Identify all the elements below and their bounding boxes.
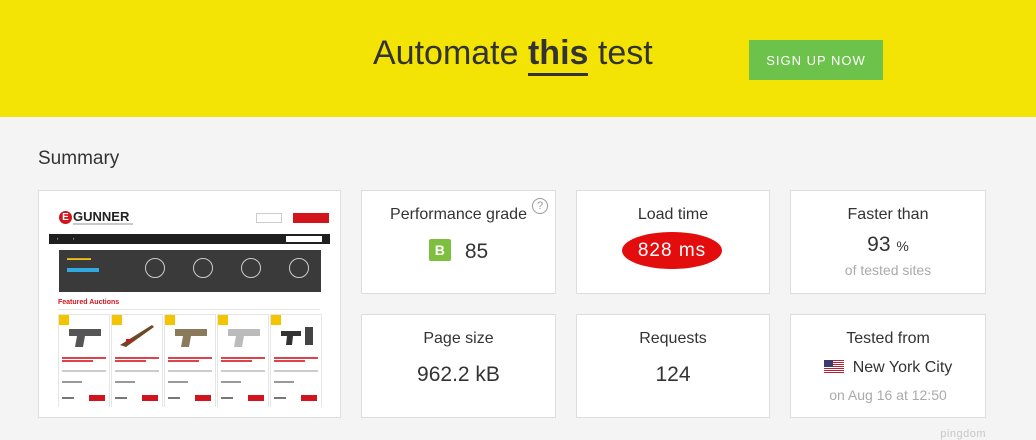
- tested-from-location-row: New York City: [791, 359, 985, 377]
- tested-from-location: New York City: [852, 359, 953, 376]
- faster-than-value: 93 %: [791, 233, 985, 257]
- promo-banner: Automate this test SIGN UP NOW: [0, 0, 1036, 117]
- site-product-card: [164, 314, 216, 407]
- performance-grade-card: Performance grade ? B 85: [361, 190, 556, 294]
- faster-than-number: 93: [867, 233, 891, 256]
- site-header: E GUNNER: [49, 201, 330, 231]
- load-time-card: Load time 828 ms: [576, 190, 770, 294]
- page-size-card: Page size 962.2 kB: [361, 314, 556, 418]
- load-time-label: Load time: [637, 206, 709, 223]
- requests-label: Requests: [639, 330, 707, 347]
- site-divider: [58, 309, 320, 310]
- tested-from-date: on Aug 16 at 12:50: [829, 387, 947, 403]
- site-product-card: [111, 314, 163, 407]
- site-step-icon: [193, 258, 213, 278]
- site-product-card: [217, 314, 269, 407]
- site-hero-button: [67, 268, 99, 272]
- load-time-value: 828 ms: [622, 232, 722, 269]
- faster-than-card: Faster than 93 % of tested sites: [790, 190, 986, 294]
- rifle-image: [120, 325, 154, 347]
- site-logo-tagline: [73, 223, 133, 225]
- site-logo: E GUNNER: [59, 209, 129, 224]
- pistol-image: [228, 329, 260, 347]
- site-nav-item: ▪: [73, 236, 75, 241]
- requests-value: 124: [655, 363, 691, 386]
- site-step-icon: [241, 258, 261, 278]
- page-screenshot: E GUNNER ▪ ▪ ▬▬▬▬ Featured Auctions: [49, 201, 330, 407]
- site-hero: ▬▬▬▬: [59, 250, 321, 292]
- page-screenshot-card: E GUNNER ▪ ▪ ▬▬▬▬ Featured Auctions: [38, 190, 341, 418]
- faster-than-unit: %: [896, 238, 909, 254]
- site-featured-heading: Featured Auctions: [58, 299, 120, 306]
- tested-from-label: Tested from: [846, 330, 930, 347]
- headline-post: test: [597, 34, 653, 72]
- summary-title: Summary: [38, 148, 120, 169]
- us-flag-icon: [823, 360, 844, 373]
- grade-badge: B: [428, 239, 451, 261]
- site-nav-item: ▪: [57, 236, 59, 241]
- site-step-icon: [289, 258, 309, 278]
- question-circle-icon[interactable]: ?: [532, 198, 548, 214]
- tested-from-card: Tested from New York City on Aug 16 at 1…: [790, 314, 986, 418]
- promo-headline: Automate this test: [373, 34, 653, 76]
- site-login-button: [256, 213, 282, 223]
- site-product-card: [270, 314, 322, 407]
- site-hero-heading: ▬▬▬▬: [67, 256, 91, 262]
- performance-grade-label: Performance grade: [390, 206, 527, 223]
- site-register-button: [293, 213, 329, 223]
- performance-grade-value: B 85: [362, 239, 555, 264]
- headline-emphasis: this: [527, 34, 589, 76]
- headline-pre: Automate: [373, 34, 519, 72]
- pistol-image: [281, 327, 313, 345]
- site-product-card: [58, 314, 110, 407]
- faster-than-sub: of tested sites: [844, 262, 932, 278]
- sign-up-button[interactable]: SIGN UP NOW: [749, 40, 883, 80]
- pistol-image: [69, 329, 101, 347]
- faster-than-label: Faster than: [847, 206, 929, 223]
- performance-score: 85: [464, 240, 489, 263]
- site-step-icon: [145, 258, 165, 278]
- pistol-image: [175, 329, 207, 347]
- requests-card: Requests 124: [576, 314, 770, 418]
- page-size-value: 962.2 kB: [417, 363, 500, 386]
- page-size-label: Page size: [423, 330, 494, 347]
- site-search-box: [286, 236, 322, 242]
- pingdom-watermark: pingdom: [940, 428, 986, 440]
